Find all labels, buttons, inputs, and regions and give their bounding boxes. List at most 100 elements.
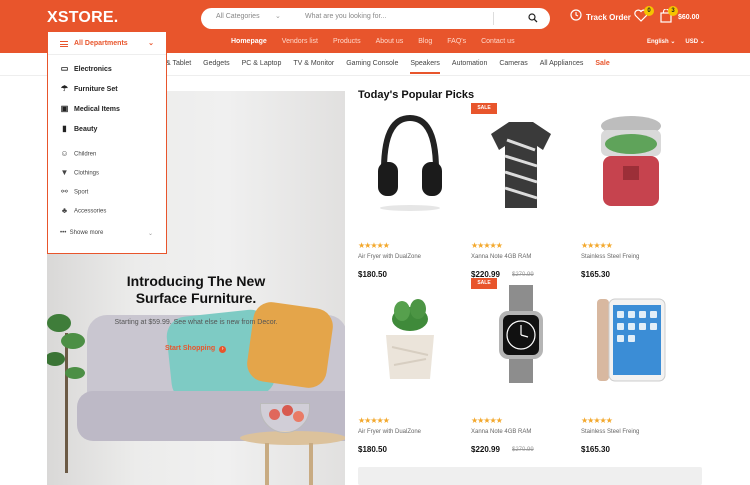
clock-icon (570, 9, 582, 21)
laptop-icon: ▭ (60, 64, 69, 73)
product-name[interactable]: Xanna Note 4GB RAM (471, 254, 531, 260)
chevron-down-icon: ⌄ (148, 231, 154, 237)
accessory-icon: ♣ (61, 206, 68, 215)
dept-item-clothings[interactable]: ▼ Clothings (60, 169, 99, 177)
rating-stars: ★★★★★ (471, 416, 503, 425)
product-name[interactable]: Stainless Steel Freing (581, 254, 639, 260)
product-price: $220.99 (471, 445, 500, 454)
menu-icon (60, 41, 68, 47)
product-card[interactable]: ★★★★★ Xanna Note 4GB RAM $220.99 $270.99 (471, 275, 571, 455)
category-tablet[interactable]: & Tablet (166, 60, 191, 74)
promo-banner[interactable] (358, 467, 702, 485)
product-image-rice-cooker[interactable] (581, 100, 681, 215)
cushion-illustration (244, 299, 336, 391)
product-name[interactable]: Xanna Note 4GB RAM (471, 429, 531, 435)
currency-select[interactable]: USD ⌄ (685, 38, 704, 45)
nav-products[interactable]: Products (333, 38, 361, 45)
category-tv-monitor[interactable]: TV & Monitor (293, 60, 334, 74)
category-cameras[interactable]: Cameras (499, 60, 527, 74)
locale-switchers: English ⌄ USD ⌄ (647, 38, 705, 45)
product-card[interactable]: ★★★★★ Stainless Steel Freing $165.30 (581, 275, 681, 455)
product-old-price: $270.99 (512, 447, 534, 453)
rating-stars: ★★★★★ (358, 416, 390, 425)
dept-item-children[interactable]: ☺ Children (60, 150, 96, 158)
language-select[interactable]: English ⌄ (647, 38, 675, 45)
main-nav: Homepage Vendors list Products About us … (231, 38, 515, 45)
hero-subtitle: Starting at $59.99. See what else is new… (114, 319, 278, 326)
search-category-select[interactable]: All Categories (216, 13, 260, 20)
product-image-headphones[interactable] (358, 100, 458, 215)
product-price: $180.50 (358, 445, 387, 454)
wishlist-count-badge: 0 (644, 6, 654, 16)
category-gadgets[interactable]: Gedgets (203, 60, 229, 74)
rating-stars: ★★★★★ (358, 241, 390, 250)
dept-item-electronics[interactable]: ▭ Electronics (60, 65, 112, 73)
cart-button[interactable]: 3 (660, 6, 678, 28)
table-leg (265, 443, 269, 485)
dept-item-medical-items[interactable]: ▣ Medical Items (60, 105, 120, 113)
medkit-icon: ▣ (60, 104, 69, 113)
search-icon[interactable] (528, 13, 538, 23)
search-bar[interactable]: All Categories ⌄ What are you looking fo… (201, 8, 550, 29)
show-more-button[interactable]: ••• Showe more ⌄ (60, 230, 153, 237)
dept-item-beauty[interactable]: ▮ Beauty (60, 125, 97, 133)
dumbbell-icon: ⚯ (61, 187, 68, 196)
nav-vendors-list[interactable]: Vendors list (282, 38, 318, 45)
hero-cta-button[interactable]: Start Shopping › (165, 345, 227, 353)
product-price: $165.30 (581, 445, 610, 454)
nav-contact-us[interactable]: Contact us (481, 38, 514, 45)
track-order-label: Track Order (586, 13, 631, 22)
nav-faqs[interactable]: FAQ's (447, 38, 466, 45)
cart-total: $60.00 (678, 14, 700, 21)
category-gaming-console[interactable]: Gaming Console (346, 60, 398, 74)
table-leg (309, 443, 313, 485)
cart-count-badge: 3 (668, 6, 678, 16)
apple-illustration (293, 411, 304, 422)
dept-item-furniture-set[interactable]: ☂ Furniture Set (60, 85, 118, 93)
nav-blog[interactable]: Blog (418, 38, 432, 45)
product-card[interactable]: ★★★★★ Air Fryer with DualZone $180.50 (358, 275, 458, 455)
nav-about-us[interactable]: About us (376, 38, 404, 45)
divider (493, 12, 494, 25)
shirt-icon: ▼ (60, 168, 69, 177)
side-table-illustration (240, 431, 345, 445)
product-card[interactable]: ★★★★★ Xanna Note 4GB RAM $220.99 $270.99 (471, 100, 571, 280)
store-logo[interactable]: XSTORE. (47, 9, 118, 27)
category-all-appliances[interactable]: All Appliances (540, 60, 584, 74)
lamp-icon: ☂ (60, 84, 69, 93)
plant-illustration (47, 314, 85, 473)
arrow-right-icon: › (219, 346, 227, 353)
dept-item-accessories[interactable]: ♣ Accessories (60, 207, 106, 215)
child-icon: ☺ (60, 149, 69, 158)
product-name[interactable]: Air Fryer with DualZone (358, 254, 421, 260)
search-input[interactable]: What are you looking for... (305, 13, 386, 20)
departments-toggle[interactable]: All Departments ⌄ (48, 32, 166, 55)
apple-illustration (282, 405, 293, 416)
departments-title: All Departments (74, 40, 128, 47)
product-image-tablet[interactable] (581, 275, 681, 390)
chevron-down-icon: ⌄ (148, 40, 154, 47)
product-image-tshirt[interactable] (471, 100, 571, 215)
product-name[interactable]: Stainless Steel Freing (581, 429, 639, 435)
category-speakers[interactable]: Speakers (410, 60, 440, 74)
apple-illustration (269, 409, 280, 420)
departments-menu: All Departments ⌄ ▭ Electronics ☂ Furnitur… (47, 31, 167, 254)
category-automation[interactable]: Automation (452, 60, 487, 74)
rating-stars: ★★★★★ (581, 241, 613, 250)
product-card[interactable]: ★★★★★ Stainless Steel Freing $165.30 (581, 100, 681, 280)
category-sale[interactable]: Sale (595, 60, 609, 74)
product-card[interactable]: ★★★★★ Air Fryer with DualZone $180.50 (358, 100, 458, 280)
rating-stars: ★★★★★ (471, 241, 503, 250)
rating-stars: ★★★★★ (581, 416, 613, 425)
wishlist-button[interactable]: 0 (634, 6, 654, 27)
category-pc-laptop[interactable]: PC & Laptop (242, 60, 282, 74)
cosmetics-icon: ▮ (62, 124, 67, 133)
product-image-smartwatch[interactable] (471, 275, 571, 390)
dept-item-sport[interactable]: ⚯ Sport (60, 188, 88, 196)
product-name[interactable]: Air Fryer with DualZone (358, 429, 421, 435)
nav-homepage[interactable]: Homepage (231, 38, 267, 45)
more-dots-icon: ••• (60, 230, 67, 236)
chevron-down-icon: ⌄ (275, 13, 281, 20)
hero-title: Introducing The New Surface Furniture. (126, 273, 266, 306)
product-image-plant-pot[interactable] (358, 275, 458, 390)
